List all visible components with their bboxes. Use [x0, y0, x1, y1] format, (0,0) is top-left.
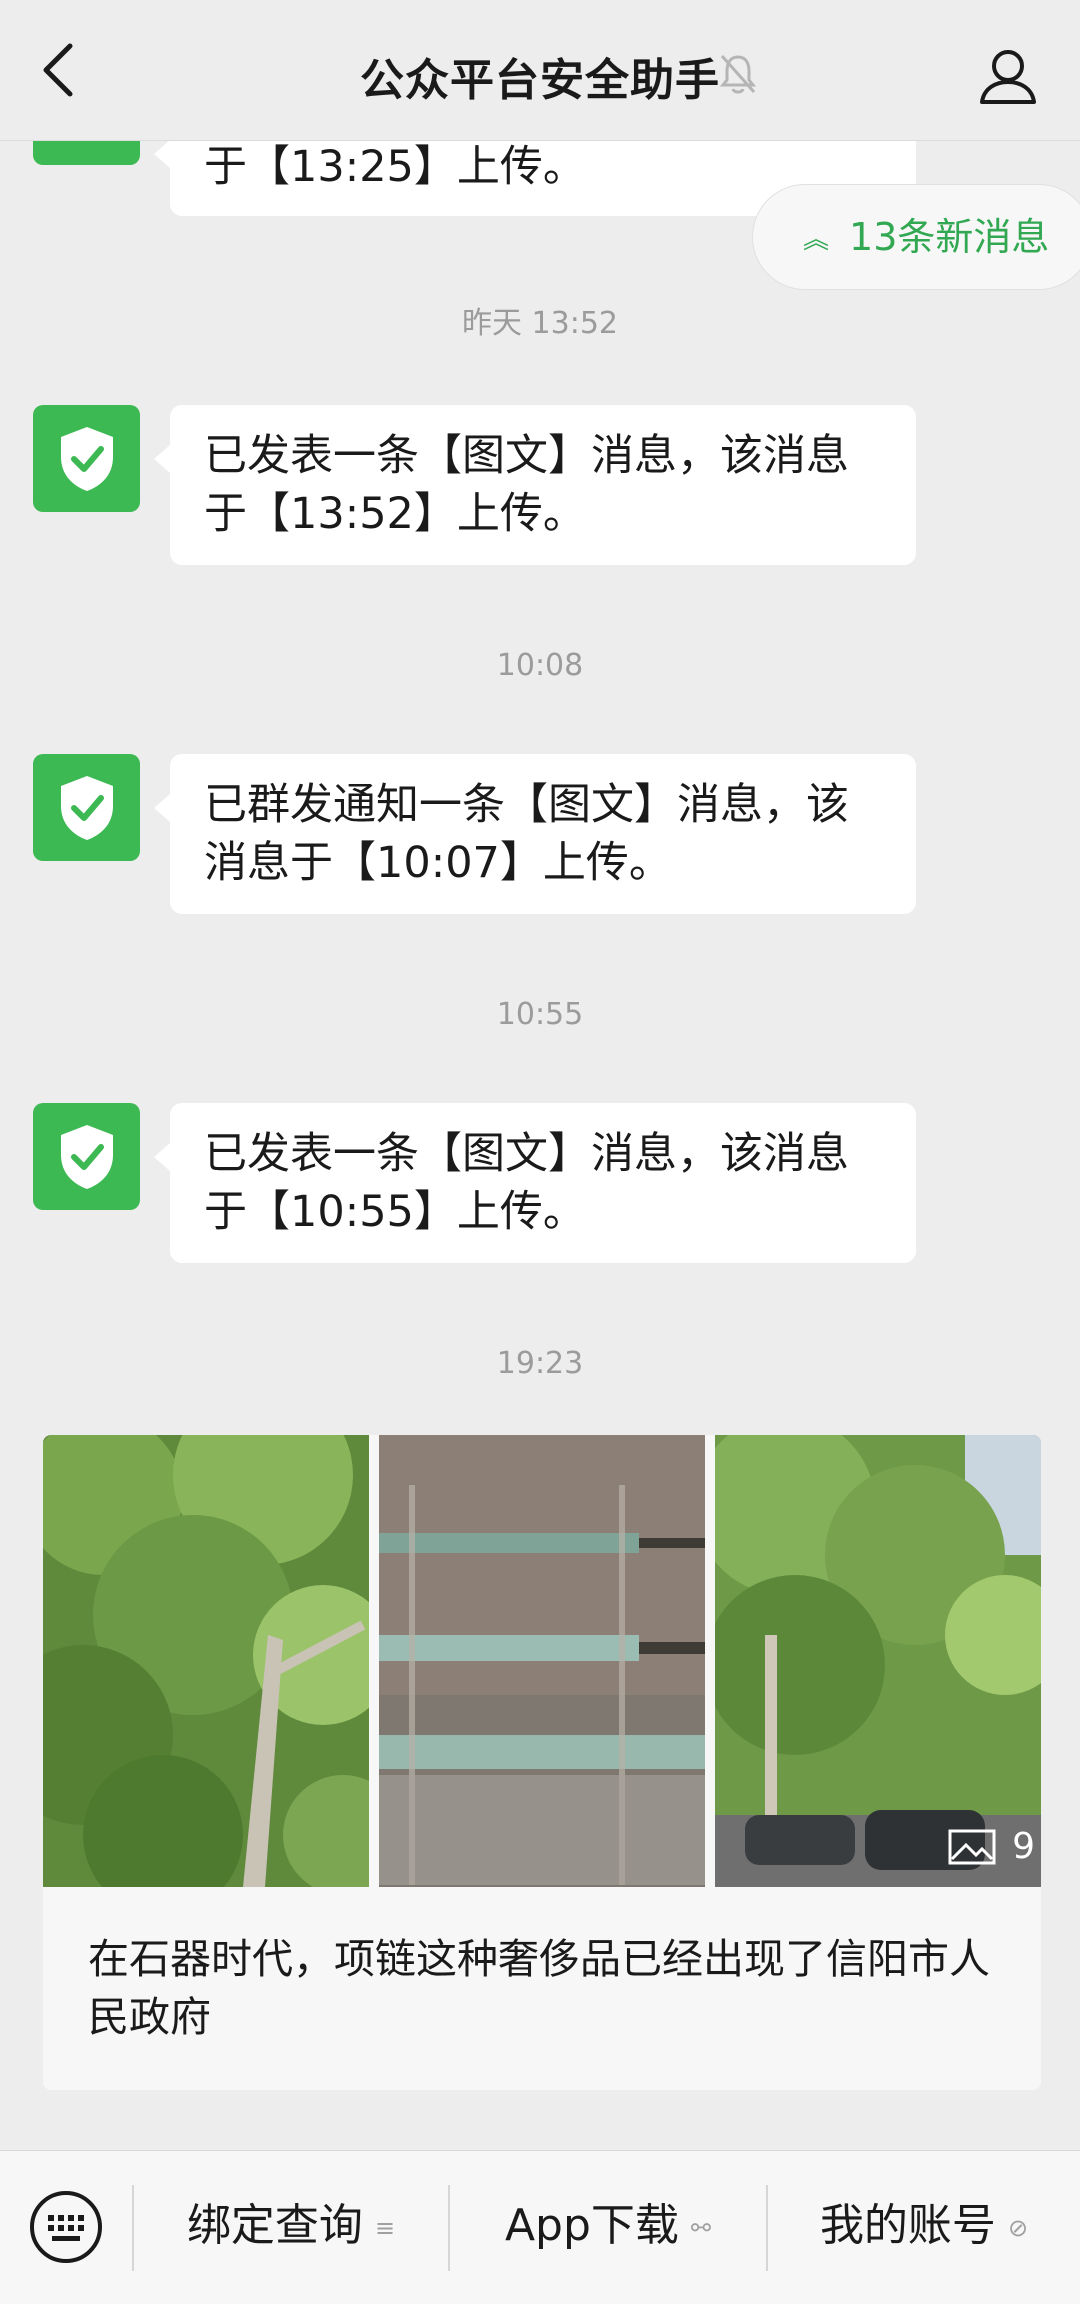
timestamp: 10:55 — [496, 997, 584, 1032]
message-text: 于【13:25】上传。 — [204, 142, 586, 192]
message-text: 已发表一条【图文】消息，该消息于【10:55】上传。 — [204, 1129, 849, 1237]
chat-area[interactable]: 于【13:25】上传。 ︽ 13条新消息 昨天 13:52 已发表一条【图文】消息… — [0, 0, 1080, 2150]
menu-item-label: App下载 — [504, 2200, 679, 2251]
image-icon — [948, 1829, 996, 1864]
message-text: 已群发通知一条【图文】消息，该消息于【10:07】上传。 — [204, 780, 849, 888]
top-bar: 公众平台安全助手 — [0, 0, 1080, 141]
timestamp: 19:23 — [496, 1346, 584, 1381]
image-count: 9 — [1012, 1826, 1035, 1867]
profile-button[interactable] — [978, 46, 1038, 106]
menu-item-binding-query[interactable]: 绑定查询 ≡ — [134, 2151, 448, 2304]
new-messages-button[interactable]: ︽ 13条新消息 — [752, 184, 1080, 290]
image-count-badge: 9 — [948, 1826, 1035, 1867]
menu-item-app-download[interactable]: App下载 ⚯ — [450, 2151, 766, 2304]
article-title: 在石器时代，项链这种奢侈品已经出现了信阳市人民政府 — [88, 1935, 990, 2041]
article-card[interactable]: 9 在石器时代，项链这种奢侈品已经出现了信阳市人民政府 — [43, 1435, 1041, 2090]
link-icon: ⚯ — [690, 2214, 712, 2242]
new-messages-label: 13条新消息 — [849, 215, 1050, 259]
menu-item-my-account[interactable]: 我的账号 ⊘ — [768, 2151, 1080, 2304]
muted-bell-icon — [718, 52, 758, 96]
keyboard-toggle-button[interactable] — [28, 2189, 104, 2265]
timestamp: 10:08 — [496, 648, 584, 683]
message-bubble[interactable]: 已群发通知一条【图文】消息，该消息于【10:07】上传。 — [154, 754, 916, 914]
menu-item-label: 我的账号 — [819, 2200, 996, 2251]
assistant-avatar[interactable] — [33, 754, 140, 861]
tree-photo-thumbnail[interactable] — [43, 1435, 369, 1887]
mini-program-icon: ⊘ — [1007, 2214, 1029, 2242]
page-title: 公众平台安全助手 — [360, 55, 720, 106]
message-bubble[interactable]: 已发表一条【图文】消息，该消息于【10:55】上传。 — [154, 1103, 916, 1263]
list-icon: ≡ — [374, 2214, 396, 2242]
assistant-avatar[interactable] — [33, 405, 140, 512]
menu-item-label: 绑定查询 — [186, 2200, 363, 2251]
assistant-avatar[interactable] — [33, 1103, 140, 1210]
street-trees-photo-thumbnail[interactable]: 9 — [715, 1435, 1041, 1887]
bottom-menu: 绑定查询 ≡ App下载 ⚯ 我的账号 ⊘ — [0, 2150, 1080, 2304]
shield-check-icon — [61, 776, 113, 840]
shield-check-icon — [61, 427, 113, 491]
message-bubble[interactable]: 已发表一条【图文】消息，该消息于【13:52】上传。 — [154, 405, 916, 565]
double-chevron-up-icon: ︽ — [803, 225, 830, 255]
shield-check-icon — [61, 1125, 113, 1189]
keyboard-icon — [30, 2191, 102, 2263]
timestamp: 昨天 13:52 — [462, 306, 618, 341]
message-text: 已发表一条【图文】消息，该消息于【13:52】上传。 — [204, 431, 849, 539]
bronze-sword-photo-thumbnail[interactable] — [379, 1435, 705, 1887]
person-icon — [980, 50, 1036, 104]
